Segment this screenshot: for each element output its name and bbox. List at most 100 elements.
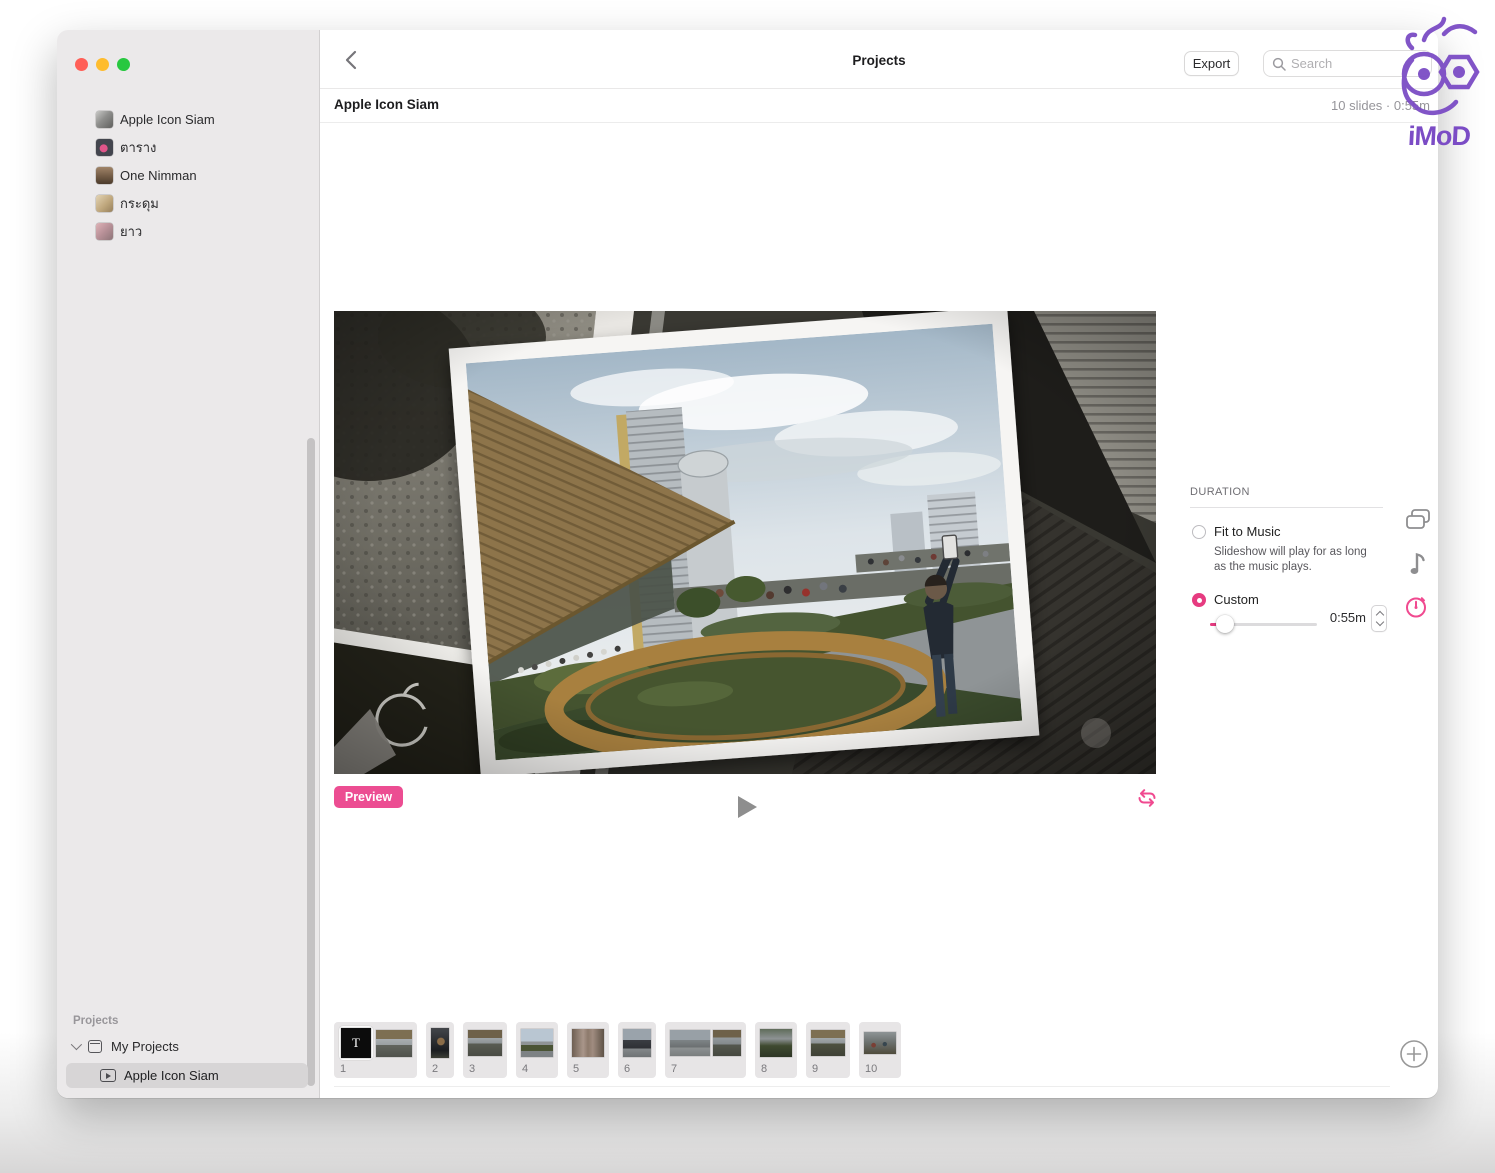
sidebar-item-selected-project[interactable]: Apple Icon Siam [66,1063,308,1088]
slide-thumbnail[interactable] [623,1029,651,1057]
loop-button[interactable] [1136,788,1158,808]
export-button[interactable]: Export [1184,51,1239,76]
project-label: กระดุม [120,193,159,214]
photos-slideshow-window: Apple Icon Siam ตาราง One Nimman กระดุม … [57,30,1438,1098]
projects-section-header: Projects [57,1015,319,1027]
slide-group-2[interactable]: 2 [426,1022,454,1078]
duration-button[interactable] [1403,593,1429,624]
search-input[interactable] [1291,56,1423,71]
slide-thumbnail[interactable] [713,1030,741,1056]
custom-duration-label: Custom [1214,592,1259,607]
themes-icon [1404,508,1432,532]
divider [1190,507,1383,508]
project-thumbnail-icon [96,167,113,184]
divider [334,1086,1390,1087]
project-thumbnail-icon [96,139,113,156]
project-label: ยาว [120,221,142,242]
slide-group-1[interactable]: T 1 [334,1022,417,1078]
description-line: as the music plays. [1214,560,1367,575]
slide-number: 1 [340,1063,412,1075]
slide-thumbnail[interactable] [572,1029,604,1057]
selected-project-label: Apple Icon Siam [124,1068,219,1083]
slideshow-preview-photo [334,311,1156,774]
music-note-icon [1406,550,1428,576]
custom-duration-radio[interactable] [1192,593,1206,607]
slide-group-7[interactable]: 7 [665,1022,746,1078]
slide-number: 2 [432,1063,449,1075]
add-slides-button[interactable] [1399,1039,1429,1069]
slide-thumbnail[interactable] [431,1028,449,1058]
sidebar: Apple Icon Siam ตาราง One Nimman กระดุม … [57,30,320,1098]
slider-thumb[interactable] [1216,615,1234,633]
sidebar-item-apple-icon-siam[interactable]: Apple Icon Siam [57,105,319,133]
projects-section: Projects My Projects Apple Icon Siam [57,1015,319,1088]
toolbar: Projects Export [320,30,1438,89]
sidebar-item-yao[interactable]: ยาว [57,217,319,245]
slide-number: 7 [671,1063,741,1075]
description-line: Slideshow will play for as long [1214,545,1367,560]
slideshow-title: Apple Icon Siam [334,97,439,112]
text-slide-thumbnail[interactable]: T [341,1028,371,1058]
stepper-down-icon [1375,618,1383,626]
fit-to-music-description: Slideshow will play for as long as the m… [1214,545,1367,575]
slide-group-9[interactable]: 9 [806,1022,850,1078]
slide-group-6[interactable]: 6 [618,1022,656,1078]
search-field[interactable] [1263,50,1432,77]
fit-to-music-radio[interactable] [1192,525,1206,539]
slide-number: 5 [573,1063,604,1075]
sidebar-item-kradum[interactable]: กระดุม [57,189,319,217]
slide-thumbnail[interactable] [670,1030,710,1056]
slide-thumbnail[interactable] [376,1030,412,1057]
slide-number: 4 [522,1063,553,1075]
slide-number: 10 [865,1063,896,1075]
timer-icon [1403,593,1429,619]
slide-number: 6 [624,1063,651,1075]
project-thumbnail-icon [96,195,113,212]
sidebar-item-one-nimman[interactable]: One Nimman [57,161,319,189]
duration-heading: DURATION [1190,486,1250,498]
project-label: ตาราง [120,137,156,158]
slide-number: 9 [812,1063,845,1075]
slide-group-8[interactable]: 8 [755,1022,797,1078]
duration-slider[interactable] [1210,615,1317,633]
slideshow-preview-canvas [334,311,1156,774]
close-window-button[interactable] [75,58,88,71]
zoom-window-button[interactable] [117,58,130,71]
slide-group-4[interactable]: 4 [516,1022,558,1078]
project-label: Apple Icon Siam [120,112,215,127]
filmstrip: T 1 2 3 4 5 6 7 8 [334,1022,901,1078]
slideshow-icon [100,1069,116,1082]
slide-thumbnail[interactable] [468,1030,502,1056]
slide-thumbnail[interactable] [864,1032,896,1054]
slideshow-list: Apple Icon Siam ตาราง One Nimman กระดุม … [57,105,319,245]
slideshow-meta: 10 slides · 0:55m [1331,98,1430,113]
themes-button[interactable] [1404,508,1432,537]
sidebar-item-my-projects[interactable]: My Projects [57,1035,319,1057]
minimize-window-button[interactable] [96,58,109,71]
duration-stepper[interactable] [1371,605,1387,632]
slide-thumbnail[interactable] [760,1029,792,1057]
sidebar-scrollbar[interactable] [307,438,315,1086]
slide-thumbnail[interactable] [521,1029,553,1057]
slide-group-3[interactable]: 3 [463,1022,507,1078]
slideshow-title-bar: Apple Icon Siam 10 slides · 0:55m [320,89,1438,123]
duration-value: 0:55m [1310,610,1366,625]
chevron-down-icon [71,1039,82,1050]
slide-group-5[interactable]: 5 [567,1022,609,1078]
my-projects-label: My Projects [111,1039,179,1054]
music-button[interactable] [1406,550,1428,581]
slide-group-10[interactable]: 10 [859,1022,901,1078]
play-button[interactable] [738,796,757,818]
sidebar-item-tarang[interactable]: ตาราง [57,133,319,161]
project-label: One Nimman [120,168,197,183]
slide-number: 8 [761,1063,792,1075]
slide-number: 3 [469,1063,502,1075]
selected-slide-highlight[interactable]: T [339,1026,373,1060]
slide-thumbnail[interactable] [811,1030,845,1056]
projects-folder-icon [88,1040,102,1053]
repeat-icon [1136,788,1158,808]
preview-button[interactable]: Preview [334,786,403,808]
project-thumbnail-icon [96,223,113,240]
search-icon [1272,57,1286,71]
fit-to-music-label: Fit to Music [1214,524,1280,539]
